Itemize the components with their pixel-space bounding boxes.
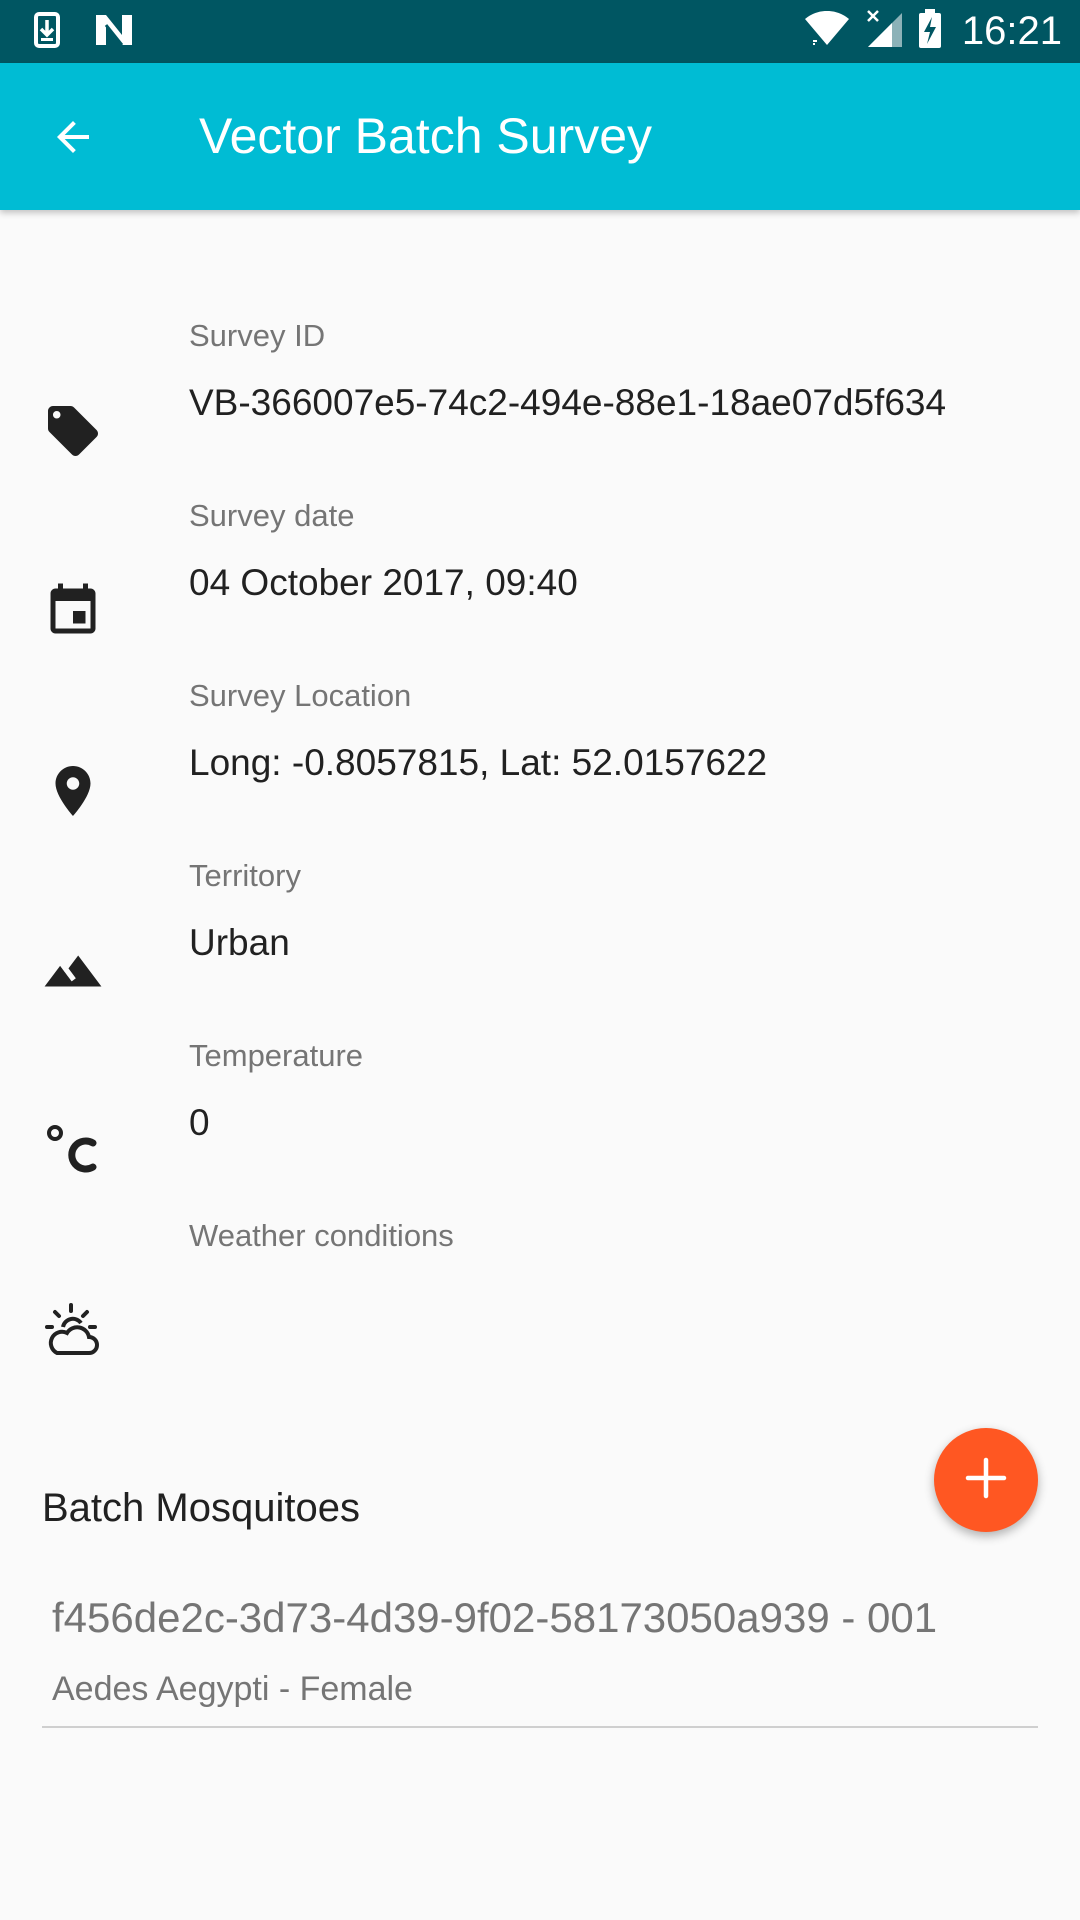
battery-charging-icon bbox=[918, 9, 942, 54]
temperature-value: 0 bbox=[189, 1102, 210, 1143]
weather-icon bbox=[40, 1298, 106, 1364]
back-button[interactable] bbox=[28, 94, 118, 184]
mosquito-item-title: f456de2c-3d73-4d39-9f02-58173050a939 - 0… bbox=[52, 1594, 938, 1641]
cell-signal-icon bbox=[864, 9, 904, 54]
survey-location-field: Survey Location Long: -0.8057815, Lat: 5… bbox=[0, 678, 1080, 858]
weather-conditions-field: Weather conditions bbox=[0, 1218, 1080, 1398]
n-notification-icon bbox=[94, 13, 134, 52]
notification-icons bbox=[34, 10, 134, 54]
survey-location-value: Long: -0.8057815, Lat: 52.0157622 bbox=[189, 742, 768, 783]
system-icons: 16:21 bbox=[804, 0, 1062, 63]
territory-field: Territory Urban bbox=[0, 858, 1080, 1038]
add-mosquito-button[interactable] bbox=[934, 1428, 1038, 1532]
terrain-icon bbox=[40, 938, 106, 1004]
survey-date-value: 04 October 2017, 09:40 bbox=[189, 562, 578, 603]
status-bar: 16:21 bbox=[0, 0, 1080, 63]
app-bar: Vector Batch Survey bbox=[0, 63, 1080, 210]
download-notification-icon bbox=[34, 11, 60, 53]
weather-conditions-label: Weather conditions bbox=[189, 1218, 454, 1253]
survey-id-field: Survey ID VB-366007e5-74c2-494e-88e1-18a… bbox=[0, 318, 1080, 498]
survey-date-field: Survey date 04 October 2017, 09:40 bbox=[0, 498, 1080, 678]
survey-id-value: VB-366007e5-74c2-494e-88e1-18ae07d5f634 bbox=[189, 382, 947, 423]
arrow-back-icon bbox=[49, 113, 97, 166]
status-time: 16:21 bbox=[961, 9, 1062, 53]
temperature-label: Temperature bbox=[189, 1038, 364, 1073]
mosquito-item-subtitle: Aedes Aegypti - Female bbox=[52, 1670, 413, 1708]
survey-location-label: Survey Location bbox=[189, 678, 412, 713]
territory-label: Territory bbox=[189, 858, 301, 893]
location-pin-icon bbox=[40, 758, 106, 824]
territory-value: Urban bbox=[189, 922, 290, 963]
survey-date-label: Survey date bbox=[189, 498, 355, 533]
tag-icon bbox=[40, 398, 106, 464]
wifi-icon bbox=[804, 10, 850, 52]
temperature-field: Temperature 0 bbox=[0, 1038, 1080, 1218]
calendar-icon bbox=[40, 578, 106, 644]
survey-id-label: Survey ID bbox=[189, 318, 326, 353]
page-title: Vector Batch Survey bbox=[199, 108, 653, 164]
batch-mosquitoes-title: Batch Mosquitoes bbox=[42, 1486, 360, 1530]
plus-icon bbox=[964, 1456, 1008, 1505]
mosquito-list-item[interactable]: f456de2c-3d73-4d39-9f02-58173050a939 - 0… bbox=[42, 1580, 1038, 1728]
celsius-icon bbox=[40, 1118, 106, 1184]
